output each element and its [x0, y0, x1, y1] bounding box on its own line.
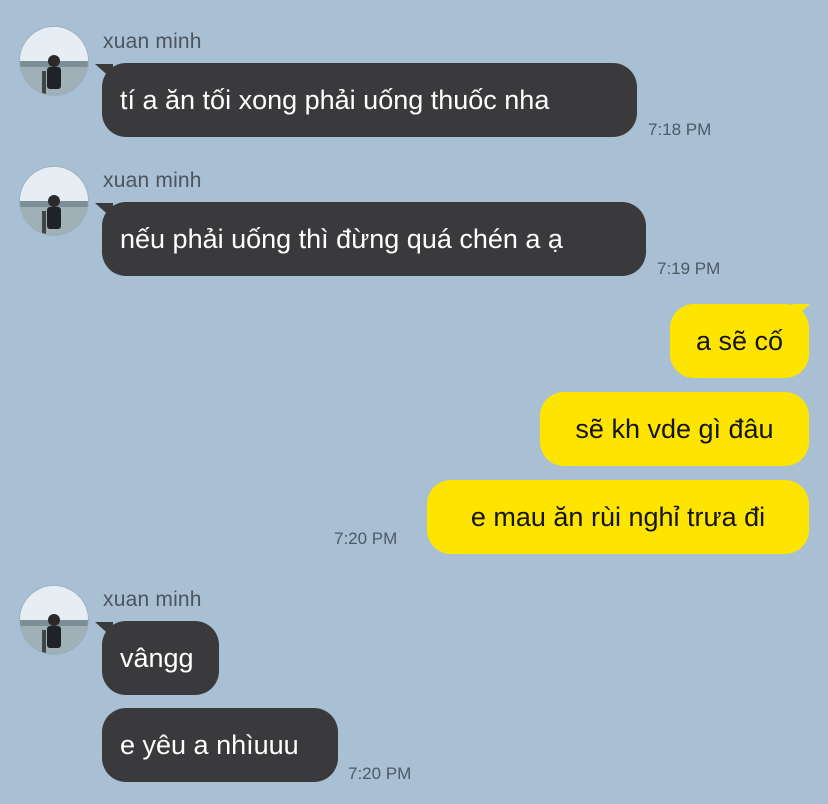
sender-name: xuan minh	[103, 169, 202, 192]
message-text: e yêu a nhìuuu	[120, 729, 299, 760]
message-text: e mau ăn rùi nghỉ trưa đi	[470, 501, 766, 532]
sender-name: xuan minh	[103, 30, 202, 53]
message-bubble-outgoing[interactable]: e mau ăn rùi nghỉ trưa đi	[427, 480, 809, 554]
message-text: a sẽ cố	[695, 325, 784, 356]
message-bubble-incoming[interactable]: vângg	[102, 621, 219, 695]
message-timestamp: 7:18 PM	[648, 120, 712, 139]
message-text: sẽ kh vde gì đâu	[575, 413, 774, 444]
message-bubble-incoming[interactable]: tí a ăn tối xong phải uống thuốc nha	[102, 63, 637, 137]
message-bubble-outgoing[interactable]: a sẽ cố	[670, 304, 809, 378]
message-text: tí a ăn tối xong phải uống thuốc nha	[120, 84, 550, 115]
message-bubble-incoming[interactable]: nếu phải uống thì đừng quá chén a ạ	[102, 202, 646, 276]
sender-name: xuan minh	[103, 588, 202, 611]
message-bubble-outgoing[interactable]: sẽ kh vde gì đâu	[540, 392, 809, 466]
message-bubble-incoming[interactable]: e yêu a nhìuuu	[102, 708, 338, 782]
message-text: nếu phải uống thì đừng quá chén a ạ	[120, 223, 563, 254]
chat-area[interactable]: xuan minh tí a ăn tối xong phải uống thu…	[0, 0, 828, 804]
avatar[interactable]	[20, 586, 88, 654]
message-timestamp: 7:20 PM	[348, 764, 412, 783]
message-timestamp: 7:19 PM	[657, 259, 721, 278]
avatar[interactable]	[20, 167, 88, 235]
message-text: vângg	[120, 642, 194, 673]
message-timestamp: 7:20 PM	[334, 529, 398, 548]
avatar[interactable]	[20, 27, 88, 95]
